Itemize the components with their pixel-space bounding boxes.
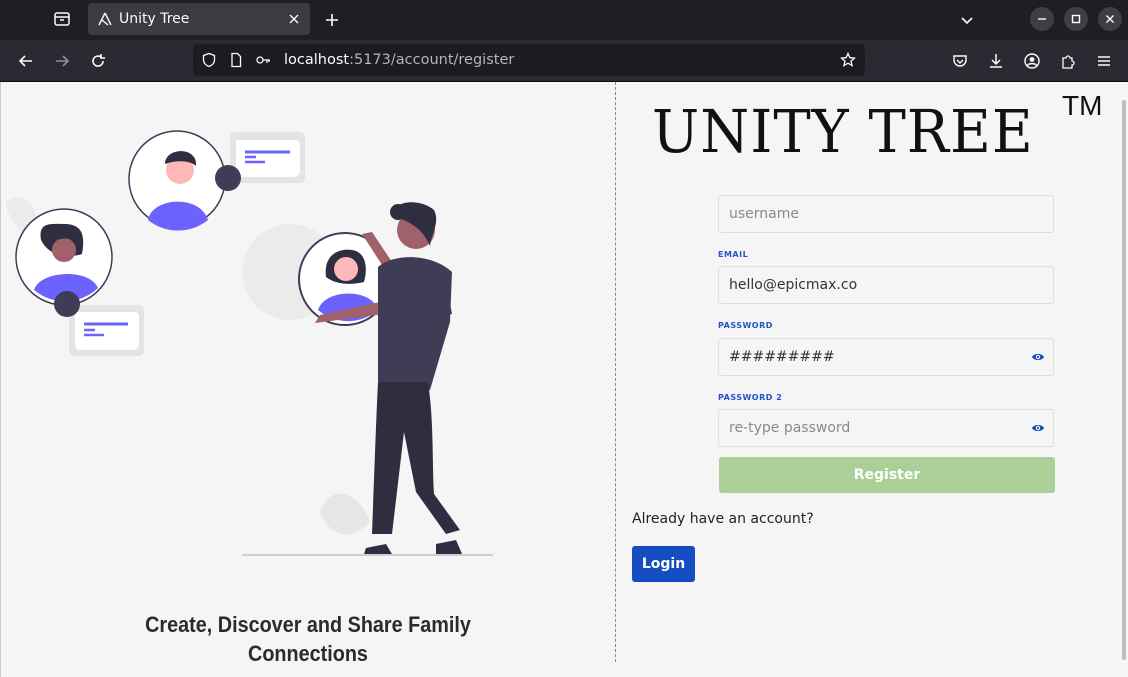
scrollbar[interactable] bbox=[1122, 100, 1126, 660]
extensions-icon[interactable] bbox=[1057, 50, 1079, 72]
email-input[interactable] bbox=[719, 267, 1019, 303]
username-field[interactable] bbox=[718, 195, 1054, 233]
username-input[interactable] bbox=[719, 196, 1019, 232]
site-favicon-icon bbox=[97, 11, 113, 27]
pocket-icon[interactable] bbox=[949, 50, 971, 72]
firefox-view-icon[interactable] bbox=[42, 6, 82, 32]
browser-tab[interactable]: Unity Tree bbox=[88, 3, 310, 35]
list-all-tabs-icon[interactable] bbox=[955, 8, 979, 32]
star-bookmark-icon[interactable] bbox=[840, 52, 856, 68]
reload-icon[interactable] bbox=[87, 50, 109, 72]
family-connections-illustration bbox=[5, 130, 493, 556]
close-tab-icon[interactable] bbox=[286, 11, 302, 27]
page-icon[interactable] bbox=[228, 52, 244, 68]
browser-tab-bar: Unity Tree bbox=[0, 0, 1128, 40]
url-text[interactable]: localhost:5173/account/register bbox=[284, 52, 514, 68]
back-arrow-icon[interactable] bbox=[15, 50, 37, 72]
download-icon[interactable] bbox=[985, 50, 1007, 72]
password-field[interactable] bbox=[718, 338, 1054, 376]
url-path: :5173/account/register bbox=[349, 52, 515, 68]
page-content: Create, Discover and Share Family Connec… bbox=[0, 82, 1128, 677]
register-button[interactable]: Register bbox=[719, 457, 1055, 493]
close-window-button[interactable] bbox=[1098, 7, 1122, 31]
email-label: EMAIL bbox=[718, 250, 749, 259]
forward-arrow-icon[interactable] bbox=[51, 50, 73, 72]
password2-input[interactable] bbox=[719, 410, 1019, 446]
menu-icon[interactable] bbox=[1093, 50, 1115, 72]
login-button[interactable]: Login bbox=[632, 546, 695, 582]
already-have-account-text: Already have an account? bbox=[632, 511, 814, 527]
column-divider bbox=[615, 82, 616, 662]
browser-nav-bar: localhost:5173/account/register bbox=[0, 40, 1128, 82]
eye-icon[interactable] bbox=[1031, 350, 1045, 364]
account-icon[interactable] bbox=[1021, 50, 1043, 72]
new-tab-icon[interactable] bbox=[320, 8, 344, 32]
tab-title: Unity Tree bbox=[119, 11, 190, 27]
url-bar[interactable]: localhost:5173/account/register bbox=[193, 44, 865, 76]
password-input[interactable] bbox=[719, 339, 1019, 375]
url-host: localhost bbox=[284, 52, 350, 68]
unity-tree-logo: UNITY TREE bbox=[652, 98, 1034, 167]
password2-field[interactable] bbox=[718, 409, 1054, 447]
shield-icon[interactable] bbox=[201, 52, 217, 68]
eye-icon[interactable] bbox=[1031, 421, 1045, 435]
logo-trademark: TM bbox=[1062, 90, 1103, 121]
minimize-window-button[interactable] bbox=[1030, 7, 1054, 31]
password-label: PASSWORD bbox=[718, 321, 773, 330]
tagline: Create, Discover and Share Family Connec… bbox=[145, 612, 471, 666]
email-field[interactable] bbox=[718, 266, 1054, 304]
password2-label: PASSWORD 2 bbox=[718, 393, 783, 402]
key-icon[interactable] bbox=[255, 52, 271, 68]
maximize-window-button[interactable] bbox=[1064, 7, 1088, 31]
